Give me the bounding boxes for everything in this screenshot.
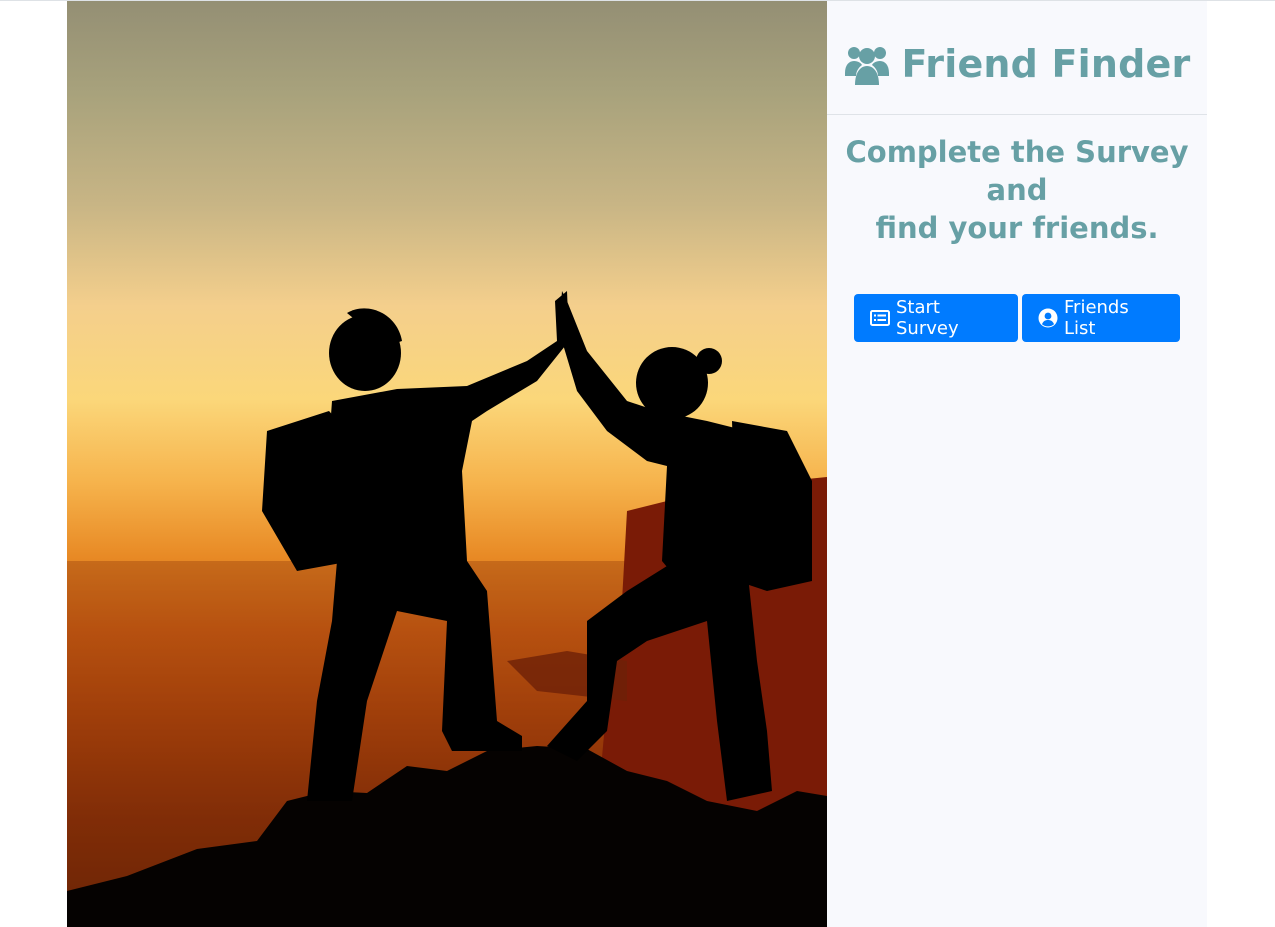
user-circle-icon: [1038, 308, 1058, 328]
hikers-silhouette: [67, 291, 827, 927]
page-container: Friend Finder Complete the Survey and fi…: [67, 1, 1207, 927]
tagline-line-1: Complete the Survey and: [845, 135, 1189, 207]
tagline-line-2: find your friends.: [875, 211, 1159, 245]
friends-list-label: Friends List: [1064, 297, 1129, 339]
start-survey-button[interactable]: Start Survey: [854, 294, 1018, 342]
action-buttons: Start Survey Friends List: [827, 294, 1207, 342]
friends-list-button[interactable]: Friends List: [1022, 294, 1180, 342]
brand-title: Friend Finder: [901, 41, 1191, 86]
start-survey-label: Start Survey: [896, 297, 959, 339]
intro-panel: Friend Finder Complete the Survey and fi…: [827, 1, 1207, 927]
page-tagline: Complete the Survey and find your friend…: [833, 133, 1201, 247]
users-icon: [844, 43, 890, 85]
survey-list-icon: [870, 308, 890, 328]
hero-image: [67, 1, 827, 927]
brand-header: Friend Finder: [827, 1, 1207, 115]
